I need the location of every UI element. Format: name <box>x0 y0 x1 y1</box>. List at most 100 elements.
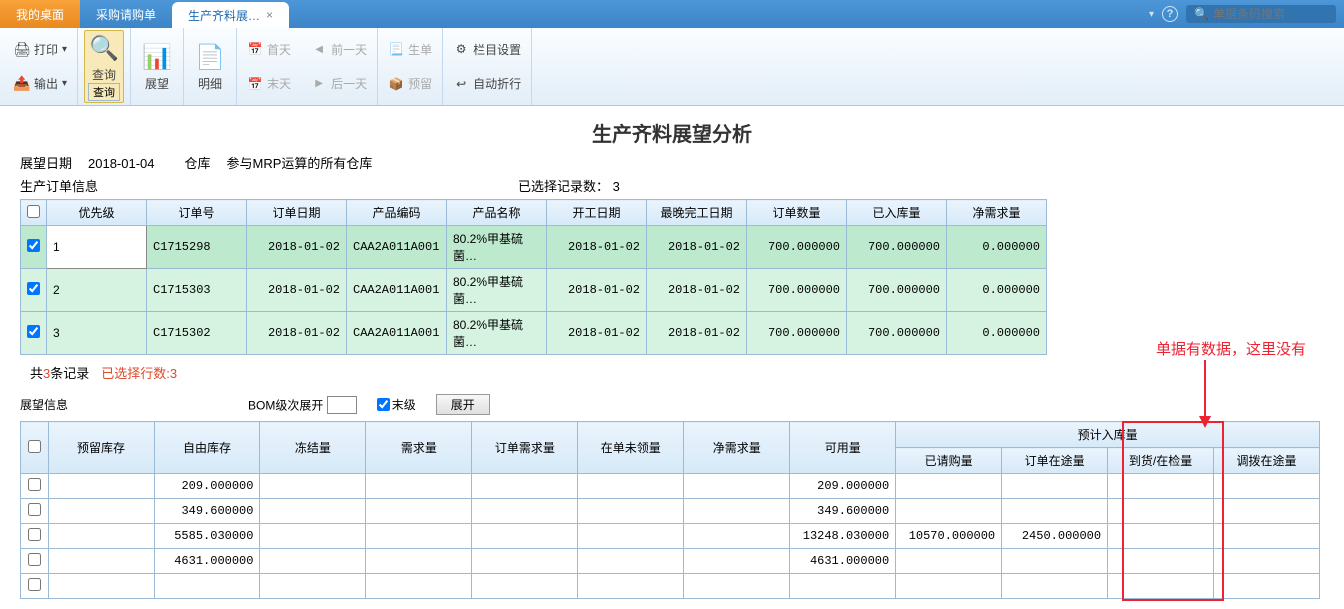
table-row[interactable]: 349.600000 349.600000 <box>21 499 1320 524</box>
leaf-checkbox-label[interactable]: 末级 <box>377 396 416 413</box>
row-checkbox[interactable] <box>27 325 40 338</box>
col-header[interactable]: 优先级 <box>47 200 147 226</box>
outlook-table: 预留库存 自由库存 冻结量 需求量 订单需求量 在单未领量 净需求量 可用量 预… <box>20 421 1320 599</box>
cell-net <box>684 474 790 499</box>
col-header[interactable]: 需求量 <box>366 422 472 474</box>
prev-day-button[interactable]: 前一天 <box>307 39 371 60</box>
col-header[interactable]: 在单未领量 <box>578 422 684 474</box>
checkbox[interactable] <box>28 440 41 453</box>
col-header[interactable]: 自由库存 <box>154 422 260 474</box>
generate-button[interactable]: 生单 <box>384 39 436 60</box>
cell-start: 2018-01-02 <box>547 312 647 355</box>
cell-demand <box>366 499 472 524</box>
cell-free: 349.600000 <box>154 499 260 524</box>
col-header[interactable]: 净需求量 <box>947 200 1047 226</box>
close-icon[interactable]: × <box>266 8 273 22</box>
auto-wrap-button[interactable]: 自动折行 <box>449 73 525 94</box>
row-checkbox[interactable] <box>28 578 41 591</box>
col-header[interactable]: 订单在途量 <box>1002 448 1108 474</box>
next-day-button[interactable]: 后一天 <box>307 73 371 94</box>
row-checkbox[interactable] <box>28 553 41 566</box>
help-icon[interactable]: ? <box>1162 6 1178 22</box>
cell-net <box>684 524 790 549</box>
column-settings-button[interactable]: 栏目设置 <box>449 39 525 60</box>
cell-arrived <box>1108 524 1214 549</box>
cell-end: 2018-01-02 <box>647 269 747 312</box>
bom-level-input[interactable] <box>327 396 357 414</box>
whs-label: 仓库 <box>185 156 211 171</box>
cell-unissued <box>578 524 684 549</box>
cell-free <box>154 574 260 599</box>
table-row[interactable]: 1 C1715298 2018-01-02 CAA2A011A001 80.2%… <box>21 226 1047 269</box>
export-button[interactable]: 输出▾ <box>10 73 71 94</box>
cell-order-demand <box>472 574 578 599</box>
label: 末级 <box>392 396 416 413</box>
cell-name: 80.2%甲基硫菌… <box>447 269 547 312</box>
table-row[interactable]: 209.000000 209.000000 <box>21 474 1320 499</box>
col-header[interactable]: 到货/在检量 <box>1108 448 1214 474</box>
last-day-button[interactable]: 末天 <box>243 73 295 94</box>
cell-end: 2018-01-02 <box>647 312 747 355</box>
table-row[interactable]: 2 C1715303 2018-01-02 CAA2A011A001 80.2%… <box>21 269 1047 312</box>
outlook-button[interactable]: 展望 <box>137 39 177 94</box>
cell-available: 4631.000000 <box>790 549 896 574</box>
col-header[interactable]: 可用量 <box>790 422 896 474</box>
detail-button[interactable]: 明细 <box>190 39 230 94</box>
row-checkbox[interactable] <box>27 282 40 295</box>
checkbox[interactable] <box>27 205 40 218</box>
select-all[interactable] <box>21 200 47 226</box>
cell-frozen <box>260 524 366 549</box>
cell-start: 2018-01-02 <box>547 269 647 312</box>
wrap-icon <box>453 76 469 92</box>
tab-production[interactable]: 生产齐料展… × <box>172 2 289 28</box>
arrow-right-icon <box>311 76 327 92</box>
col-header[interactable]: 订单日期 <box>247 200 347 226</box>
search-box[interactable]: 🔍 <box>1186 5 1336 23</box>
chevron-down-icon[interactable]: ▾ <box>1149 9 1154 20</box>
cell-code: CAA2A011A001 <box>347 269 447 312</box>
cell-order-date: 2018-01-02 <box>247 226 347 269</box>
reserve-button[interactable]: 预留 <box>384 73 436 94</box>
col-header[interactable]: 产品编码 <box>347 200 447 226</box>
cell-net: 0.000000 <box>947 269 1047 312</box>
table-row[interactable] <box>21 574 1320 599</box>
cell-transit <box>1002 499 1108 524</box>
cell-order-demand <box>472 474 578 499</box>
col-header[interactable]: 开工日期 <box>547 200 647 226</box>
cell-requested <box>896 549 1002 574</box>
print-button[interactable]: 打印▾ <box>10 39 71 60</box>
whs-value: 参与MRP运算的所有仓库 <box>227 156 373 171</box>
row-checkbox[interactable] <box>28 478 41 491</box>
col-header[interactable]: 最晚完工日期 <box>647 200 747 226</box>
first-day-button[interactable]: 首天 <box>243 39 295 60</box>
leaf-checkbox[interactable] <box>377 398 390 411</box>
table-row[interactable]: 3 C1715302 2018-01-02 CAA2A011A001 80.2%… <box>21 312 1047 355</box>
col-header[interactable]: 净需求量 <box>684 422 790 474</box>
cell-transfer <box>1214 524 1320 549</box>
col-header[interactable]: 调拨在途量 <box>1214 448 1320 474</box>
bom-label: BOM级次展开 <box>248 398 323 412</box>
tab-desktop[interactable]: 我的桌面 <box>0 0 80 28</box>
select-all[interactable] <box>21 422 49 474</box>
expand-button[interactable]: 展开 <box>436 394 490 415</box>
row-checkbox[interactable] <box>28 528 41 541</box>
table-row[interactable]: 4631.000000 4631.000000 <box>21 549 1320 574</box>
list-icon <box>194 41 226 73</box>
table-row[interactable]: 5585.030000 13248.030000 10570.000000 24… <box>21 524 1320 549</box>
col-header[interactable]: 冻结量 <box>260 422 366 474</box>
tab-purchase[interactable]: 采购请购单 <box>80 0 172 28</box>
label: 展开 <box>451 398 475 412</box>
col-header[interactable]: 订单数量 <box>747 200 847 226</box>
col-header[interactable]: 订单需求量 <box>472 422 578 474</box>
col-header[interactable]: 预留库存 <box>48 422 154 474</box>
row-checkbox[interactable] <box>27 239 40 252</box>
col-header[interactable]: 已入库量 <box>847 200 947 226</box>
query-button[interactable]: 查询 查询 <box>84 30 124 103</box>
row-checkbox[interactable] <box>28 503 41 516</box>
cell-reserved <box>48 474 154 499</box>
col-header[interactable]: 已请购量 <box>896 448 1002 474</box>
col-header[interactable]: 产品名称 <box>447 200 547 226</box>
search-input[interactable] <box>1213 7 1333 21</box>
col-header[interactable]: 订单号 <box>147 200 247 226</box>
col-group-header[interactable]: 预计入库量 <box>896 422 1320 448</box>
